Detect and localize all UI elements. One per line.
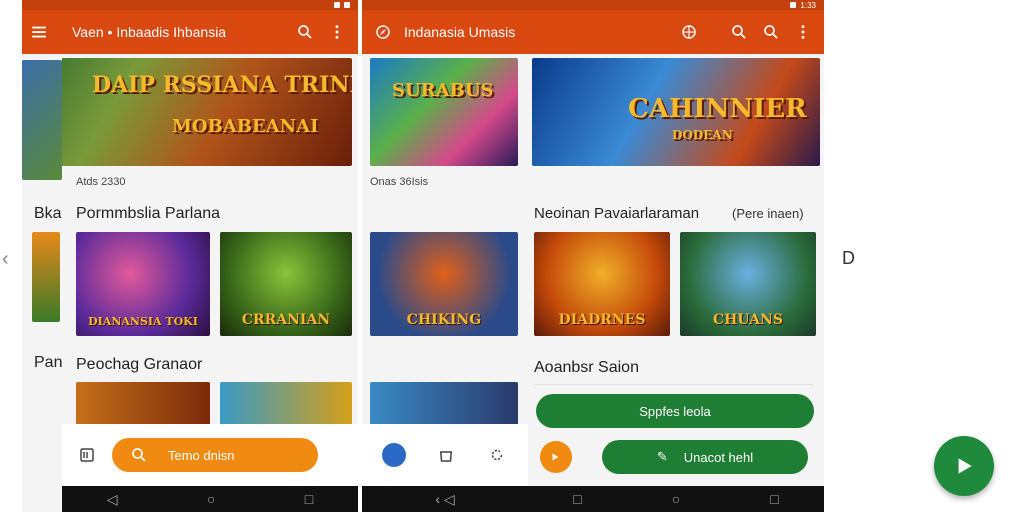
globe-icon[interactable] [381, 443, 406, 467]
home-nav-icon[interactable]: ○ [672, 491, 680, 507]
app-bar: Indanasia Umasis [362, 10, 528, 54]
section-title: Pormmbslia Parlana [76, 205, 221, 222]
status-time: 1:33 [800, 0, 816, 10]
section-title-fragment: Bkar [34, 205, 62, 222]
pencil-icon: ✎ [656, 449, 668, 464]
game-tile[interactable]: CHUANS [680, 232, 816, 336]
search-icon[interactable] [294, 21, 316, 43]
banner-caption: Onas 36Isis [370, 176, 429, 188]
search-icon[interactable] [760, 21, 782, 43]
signal-icon [790, 2, 797, 8]
banner-subtitle: DODEAN [672, 128, 733, 142]
back-nav-icon[interactable]: ◁ [107, 491, 118, 508]
play-icon [958, 458, 972, 474]
grid-icon[interactable] [678, 21, 700, 43]
secondary-button-label: Unacot hehl [683, 449, 754, 465]
search-pill-button[interactable]: Temo dnisn [112, 438, 318, 472]
game-tile-title: DIADRNES [558, 312, 646, 328]
game-tile[interactable]: DIANANSIA TOKI [76, 232, 210, 336]
chevron-left-icon[interactable]: ‹ [2, 248, 9, 271]
status-bar: 1:33 [528, 0, 824, 10]
recents-nav-icon[interactable]: □ [573, 491, 581, 507]
system-nav-bar: ‹ ◁ [362, 486, 528, 512]
status-bar [362, 0, 528, 10]
floating-action-button[interactable] [934, 436, 994, 496]
featured-banner[interactable]: CAHINNIER DODEAN [532, 58, 820, 166]
game-tile[interactable] [76, 382, 210, 426]
section-title: Neoinan Pavaiarlaraman [534, 205, 700, 222]
game-tile-title: CHIKING [406, 312, 482, 328]
signal-icon [334, 2, 340, 8]
bag-icon[interactable] [435, 444, 457, 466]
section-title-fragment: Pan [34, 354, 62, 371]
secondary-green-button[interactable]: ✎ Unacot hehl [602, 440, 808, 474]
recents-nav-icon[interactable]: □ [770, 491, 778, 507]
app-title: Indanasia Umasis [404, 24, 516, 40]
game-tile[interactable] [370, 382, 518, 426]
battery-icon [344, 2, 350, 8]
refresh-icon[interactable] [486, 444, 508, 466]
game-tile[interactable]: CRRANIAN [220, 232, 352, 336]
game-tile-title: DIANANSIA TOKI [88, 315, 198, 328]
search-icon [128, 444, 150, 466]
app-bar [22, 10, 62, 54]
search-pill-label: Temo dnisn [168, 447, 235, 463]
game-tile-title: CRRANIAN [241, 312, 331, 328]
app-bar [528, 10, 824, 54]
app-title: Vaen • Inbaadis Ihbansia [72, 24, 227, 40]
background-phone-left: Bkar Pan [22, 0, 62, 512]
status-bar [22, 0, 62, 10]
banner-fragment [22, 60, 62, 180]
app-bar: Vaen • Inbaadis Ihbansia [62, 10, 358, 54]
bottom-bar [362, 424, 528, 486]
featured-banner[interactable]: SURABUS [370, 58, 518, 166]
banner-title: CAHINNIER [628, 94, 807, 124]
screenshot-stage: Bkar Pan Vaen • Inbaadis Ihbansia DAIP R… [0, 0, 1024, 512]
bottom-bar: ✎ Unacot hehl [528, 426, 824, 488]
chevron-right-icon[interactable]: D [842, 248, 855, 269]
compass-icon[interactable] [372, 21, 394, 43]
game-tile-title: CHUANS [713, 312, 783, 328]
phone-screen-left: Vaen • Inbaadis Ihbansia DAIP RSSIANA TR… [62, 0, 358, 512]
home-nav-icon[interactable]: ○ [207, 491, 215, 507]
game-tile[interactable]: DIADRNES [534, 232, 670, 336]
back-nav-icon[interactable]: ‹ ◁ [435, 491, 454, 508]
banner-title: SURABUS [392, 80, 494, 101]
section-title: Aoanbsr Saion [534, 359, 639, 376]
banner-caption: Atds 2330 [76, 176, 126, 188]
more-vert-icon[interactable] [792, 21, 814, 43]
more-vert-icon[interactable] [326, 21, 348, 43]
game-tile[interactable] [220, 382, 352, 426]
system-nav-bar: □ ○ □ [528, 486, 824, 512]
status-bar [62, 0, 358, 10]
banner-subtitle: MOBABEANAI [172, 116, 319, 137]
game-tile-fragment[interactable] [32, 232, 60, 322]
recents-nav-icon[interactable]: □ [305, 491, 313, 507]
bottom-bar: Temo dnisn [62, 424, 358, 486]
see-more-link[interactable]: (Pere inaen) [732, 206, 804, 221]
system-nav-bar: ◁ ○ □ [62, 486, 358, 512]
primary-green-button[interactable]: Sppfes leola [536, 394, 814, 428]
library-icon[interactable] [76, 444, 98, 466]
search-icon[interactable] [728, 21, 750, 43]
phone-screen-middle: Indanasia Umasis SURABUS Onas 36Isis CHI… [362, 0, 528, 512]
profile-icon[interactable] [540, 441, 572, 473]
section-title: Peochag Granaor [76, 356, 203, 373]
phone-screen-right: 1:33 CAHINNIER DODEAN Neoinan Pavaiarlar… [528, 0, 824, 512]
game-tile[interactable]: CHIKING [370, 232, 518, 336]
divider [534, 384, 814, 385]
featured-banner[interactable]: DAIP RSSIANA TRINLONAK MOBABEANAI [62, 58, 352, 166]
menu-icon[interactable] [28, 21, 50, 43]
banner-title: DAIP RSSIANA TRINLONAK [92, 72, 352, 98]
